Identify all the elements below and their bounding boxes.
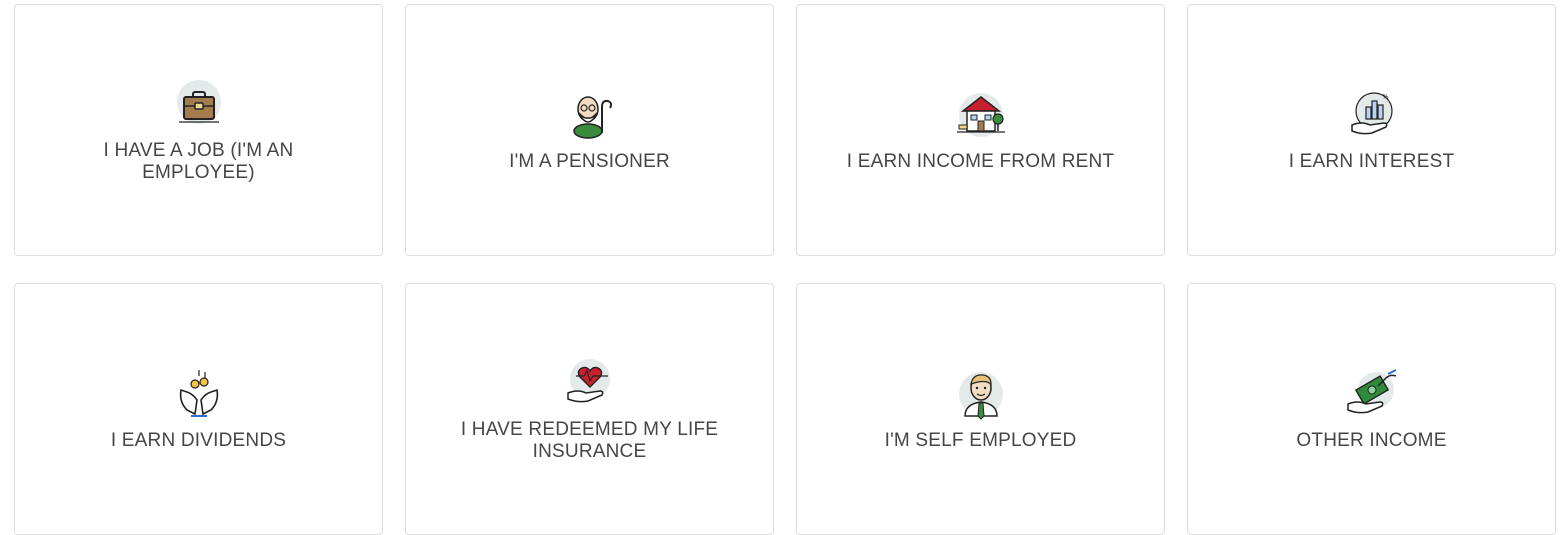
option-card-dividends[interactable]: I EARN DIVIDENDS [14, 283, 383, 535]
interest-hand-icon: % [1344, 87, 1400, 143]
option-label: I HAVE REDEEMED MY LIFE INSURANCE [460, 419, 719, 462]
svg-text:%: % [1382, 93, 1389, 101]
option-label: OTHER INCOME [1296, 430, 1447, 451]
house-icon [953, 87, 1009, 143]
option-card-life-insurance[interactable]: I HAVE REDEEMED MY LIFE INSURANCE [405, 283, 774, 535]
option-card-self-employed[interactable]: I'M SELF EMPLOYED [796, 283, 1165, 535]
option-card-employee[interactable]: I HAVE A JOB (I'M AN EMPLOYEE) [14, 4, 383, 256]
option-card-interest[interactable]: % I EARN INTEREST [1187, 4, 1556, 256]
option-label: I EARN INCOME FROM RENT [846, 151, 1115, 172]
option-card-pensioner[interactable]: I'M A PENSIONER [405, 4, 774, 256]
option-label: I'M A PENSIONER [509, 151, 670, 172]
cash-hand-icon [1344, 366, 1400, 422]
dividends-hands-icon [171, 366, 227, 422]
option-label: I EARN INTEREST [1288, 151, 1455, 172]
briefcase-icon [171, 76, 227, 132]
income-type-grid: I HAVE A JOB (I'M AN EMPLOYEE) I'M A PEN… [14, 4, 1556, 535]
pensioner-icon [562, 87, 618, 143]
heart-hand-icon [562, 355, 618, 411]
option-label: I EARN DIVIDENDS [110, 430, 287, 451]
option-label: I'M SELF EMPLOYED [884, 430, 1077, 451]
option-card-rent[interactable]: I EARN INCOME FROM RENT [796, 4, 1165, 256]
businessman-icon [953, 366, 1009, 422]
option-label: I HAVE A JOB (I'M AN EMPLOYEE) [103, 140, 294, 183]
option-card-other-income[interactable]: OTHER INCOME [1187, 283, 1556, 535]
